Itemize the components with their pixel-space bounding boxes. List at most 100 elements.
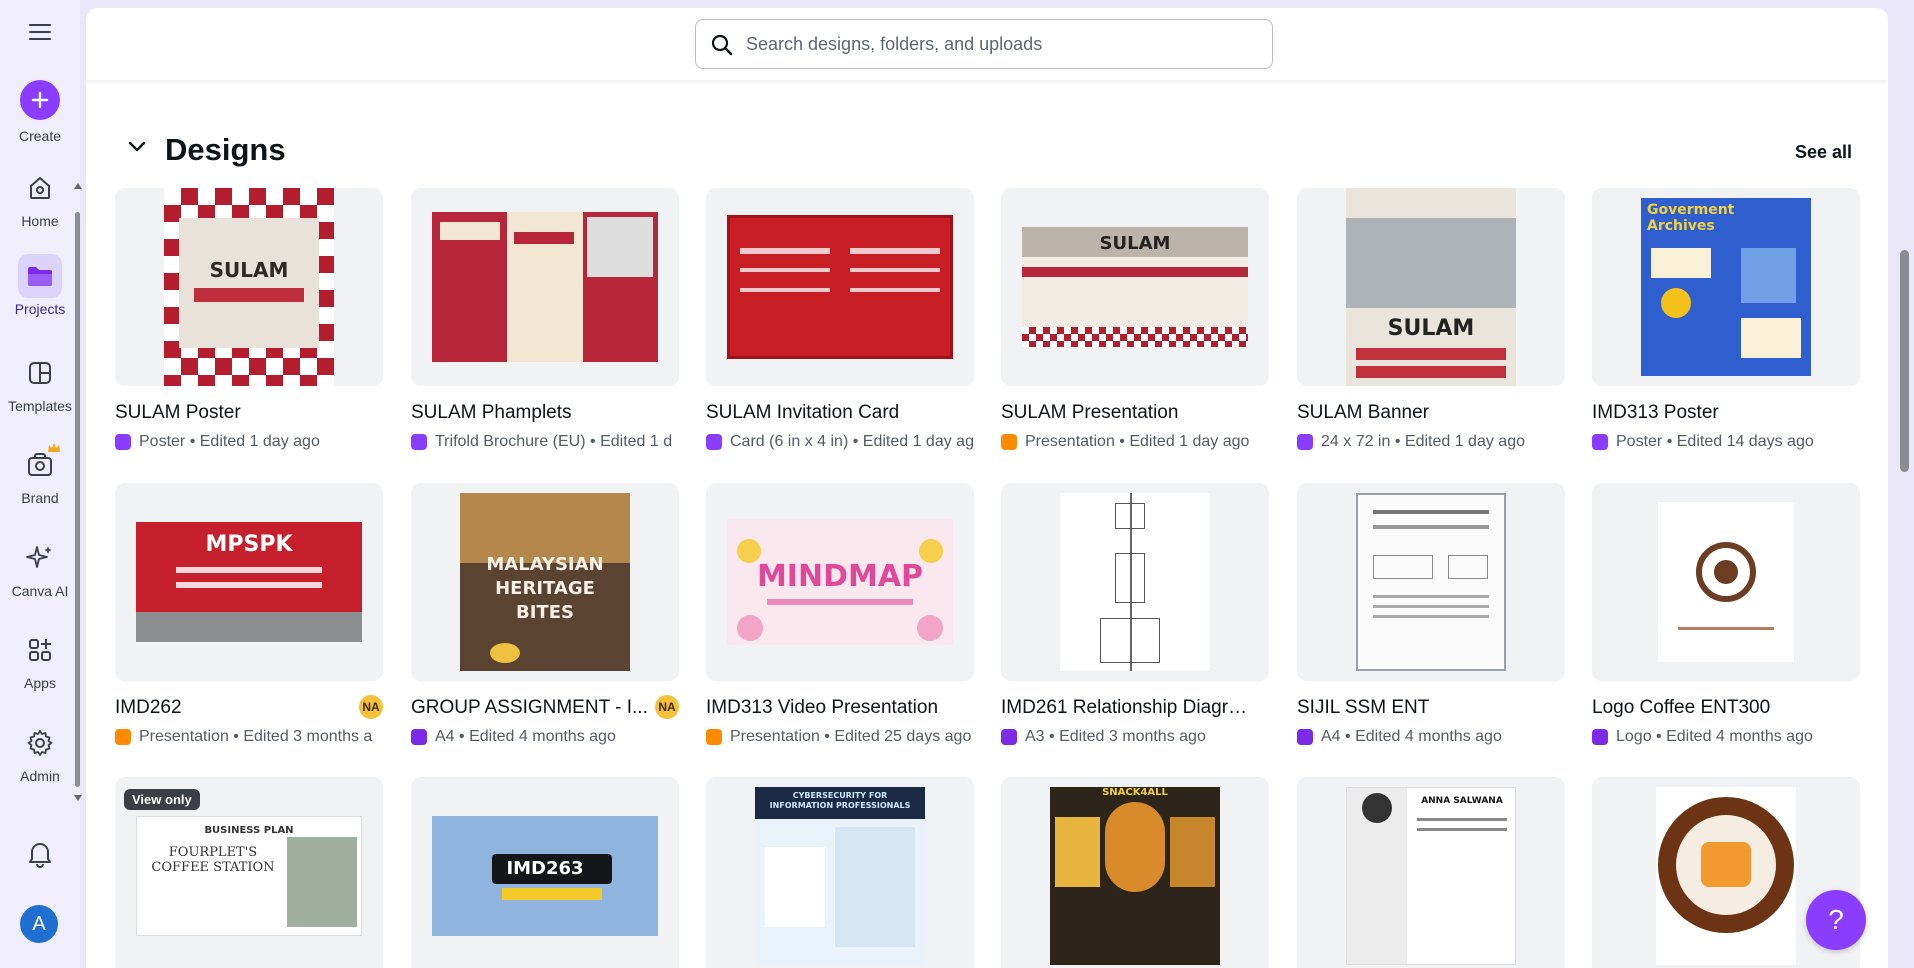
design-title: SULAM Banner — [1297, 402, 1430, 423]
design-title: IMD313 Video Presentation — [706, 697, 939, 718]
design-thumbnail: MALAYSIAN HERITAGE BITES — [411, 483, 679, 681]
design-edited: Edited 3 months ago — [1059, 728, 1206, 745]
design-thumbnail: SULAM — [1001, 188, 1269, 386]
thumbnail-text: CYBERSECURITY FOR INFORMATION PROFESSION… — [769, 791, 911, 810]
owner-badge: NA — [655, 695, 679, 719]
design-edited: Edited 1 d — [600, 433, 673, 450]
plus-icon — [20, 80, 60, 120]
folder-icon — [18, 254, 62, 298]
design-thumbnail — [706, 188, 974, 386]
thumbnail-text: SULAM — [209, 258, 289, 282]
design-meta: A3 • Edited 3 months ago — [1001, 728, 1269, 746]
help-button[interactable]: ? — [1806, 890, 1866, 950]
templates-icon — [18, 351, 62, 395]
design-type: Presentation — [730, 728, 820, 745]
sidebar-item-label: Admin — [20, 768, 60, 784]
sidebar-item-projects[interactable]: Projects — [0, 254, 80, 317]
design-title: GROUP ASSIGNMENT - I... — [411, 697, 648, 718]
design-title: Logo Coffee ENT300 — [1592, 697, 1771, 718]
design-type: Poster — [139, 433, 186, 450]
design-thumbnail: SNACK4ALL — [1001, 777, 1269, 968]
doc-icon — [1297, 729, 1313, 745]
design-meta: Poster • Edited 14 days ago — [1592, 433, 1860, 451]
sidebar-item-label: Home — [21, 213, 59, 229]
design-card[interactable]: Goverment Archives IMD313 Poster Poster … — [1592, 188, 1860, 451]
design-type: A4 — [435, 728, 455, 745]
design-type: Presentation — [1025, 433, 1115, 450]
thumbnail-text: Goverment Archives — [1647, 202, 1735, 234]
design-thumbnail: View only BUSINESS PLAN FOURPLET'S COFFE… — [115, 777, 383, 968]
design-meta: Logo • Edited 4 months ago — [1592, 728, 1860, 746]
design-card[interactable]: MPSPK IMD262 NA Presentation • Edited 3 … — [115, 483, 383, 746]
design-type: Presentation — [139, 728, 229, 745]
bell-icon[interactable] — [27, 840, 53, 873]
design-card[interactable]: MINDMAP IMD313 Video Presentation Presen… — [706, 483, 974, 746]
thumbnail-text: BUSINESS PLAN — [204, 825, 294, 836]
design-type: 24 x 72 in — [1321, 433, 1391, 450]
thumbnail-text: ANNA SALWANA — [1421, 796, 1503, 806]
design-card[interactable]: MALAYSIAN HERITAGE BITES GROUP ASSIGNMEN… — [411, 483, 679, 746]
page-scrollbar[interactable] — [1900, 250, 1909, 472]
sidebar-item-label: Templates — [8, 398, 72, 414]
sidebar-item-brand[interactable]: Brand — [0, 443, 80, 506]
thumbnail-text: FOURPLET'S COFFEE STATION — [151, 845, 275, 875]
design-card[interactable]: SULAM SULAM Poster Poster • Edited 1 day… — [115, 188, 383, 451]
design-card[interactable]: SULAM SULAM Presentation Presentation • … — [1001, 188, 1269, 451]
view-only-badge: View only — [124, 789, 200, 810]
design-card[interactable]: SIJIL SSM ENT A4 • Edited 4 months ago — [1297, 483, 1565, 746]
search-icon — [710, 33, 734, 62]
design-edited: Edited 4 months ago — [469, 728, 616, 745]
design-card[interactable]: ANNA SALWANA — [1297, 777, 1565, 968]
design-thumbnail: MINDMAP — [706, 483, 974, 681]
design-title: IMD261 Relationship Diagram — [1001, 697, 1251, 718]
sidebar-item-label: Apps — [24, 675, 56, 691]
design-card[interactable]: Logo Coffee ENT300 Logo • Edited 4 month… — [1592, 483, 1860, 746]
banner-icon — [1297, 434, 1313, 450]
design-thumbnail: MPSPK — [115, 483, 383, 681]
gear-icon — [18, 721, 62, 765]
thumbnail-text: SULAM — [1099, 233, 1171, 254]
avatar[interactable]: A — [20, 905, 58, 943]
design-card[interactable]: View only BUSINESS PLAN FOURPLET'S COFFE… — [115, 777, 383, 968]
rail-scrollbar[interactable] — [74, 182, 82, 801]
design-card[interactable]: SULAM SULAM Banner 24 x 72 in • Edited 1… — [1297, 188, 1565, 451]
logo-icon — [1592, 729, 1608, 745]
sidebar-item-canva-ai[interactable]: Canva AI — [0, 536, 80, 599]
design-card[interactable]: CYBERSECURITY FOR INFORMATION PROFESSION… — [706, 777, 974, 968]
thumbnail-text: SNACK4ALL — [1102, 787, 1168, 798]
design-title: SULAM Invitation Card — [706, 402, 900, 423]
design-title: IMD313 Poster — [1592, 402, 1719, 423]
sparkle-icon — [18, 536, 62, 580]
sidebar-item-templates[interactable]: Templates — [0, 351, 80, 414]
search-input[interactable] — [746, 33, 1272, 55]
design-meta: Presentation • Edited 25 days ago — [706, 728, 974, 746]
design-meta: Poster • Edited 1 day ago — [115, 433, 383, 451]
left-rail: Create Home Projects Templates Brand Can… — [0, 0, 82, 968]
design-type: Logo — [1616, 728, 1652, 745]
design-meta: 24 x 72 in • Edited 1 day ago — [1297, 433, 1565, 451]
design-thumbnail — [411, 188, 679, 386]
design-card[interactable]: SULAM Invitation Card Card (6 in x 4 in)… — [706, 188, 974, 451]
top-bar — [86, 8, 1888, 80]
design-card[interactable]: SULAM Phamplets Trifold Brochure (EU) • … — [411, 188, 679, 451]
chevron-down-icon[interactable] — [128, 140, 146, 158]
design-meta: Trifold Brochure (EU) • Edited 1 d — [411, 433, 679, 451]
menu-icon[interactable] — [28, 22, 52, 47]
poster-icon — [1592, 434, 1608, 450]
thumbnail-text: MPSPK — [205, 532, 293, 557]
section-title: Designs — [165, 132, 286, 167]
card-icon — [706, 434, 722, 450]
sidebar-item-apps[interactable]: Apps — [0, 628, 80, 691]
search-bar[interactable] — [695, 19, 1273, 69]
design-card[interactable]: SNACK4ALL — [1001, 777, 1269, 968]
create-label: Create — [18, 128, 62, 144]
sidebar-item-admin[interactable]: Admin — [0, 721, 80, 784]
design-title: SULAM Phamplets — [411, 402, 572, 423]
create-button[interactable]: Create — [0, 80, 80, 144]
see-all-link[interactable]: See all — [1795, 142, 1852, 163]
design-card[interactable]: IMD263 — [411, 777, 679, 968]
sidebar-item-home[interactable]: Home — [0, 166, 80, 229]
design-edited: Edited 1 day ag — [862, 433, 974, 450]
design-type: Card (6 in x 4 in) — [730, 433, 849, 450]
design-card[interactable]: IMD261 Relationship Diagram A3 • Edited … — [1001, 483, 1269, 746]
